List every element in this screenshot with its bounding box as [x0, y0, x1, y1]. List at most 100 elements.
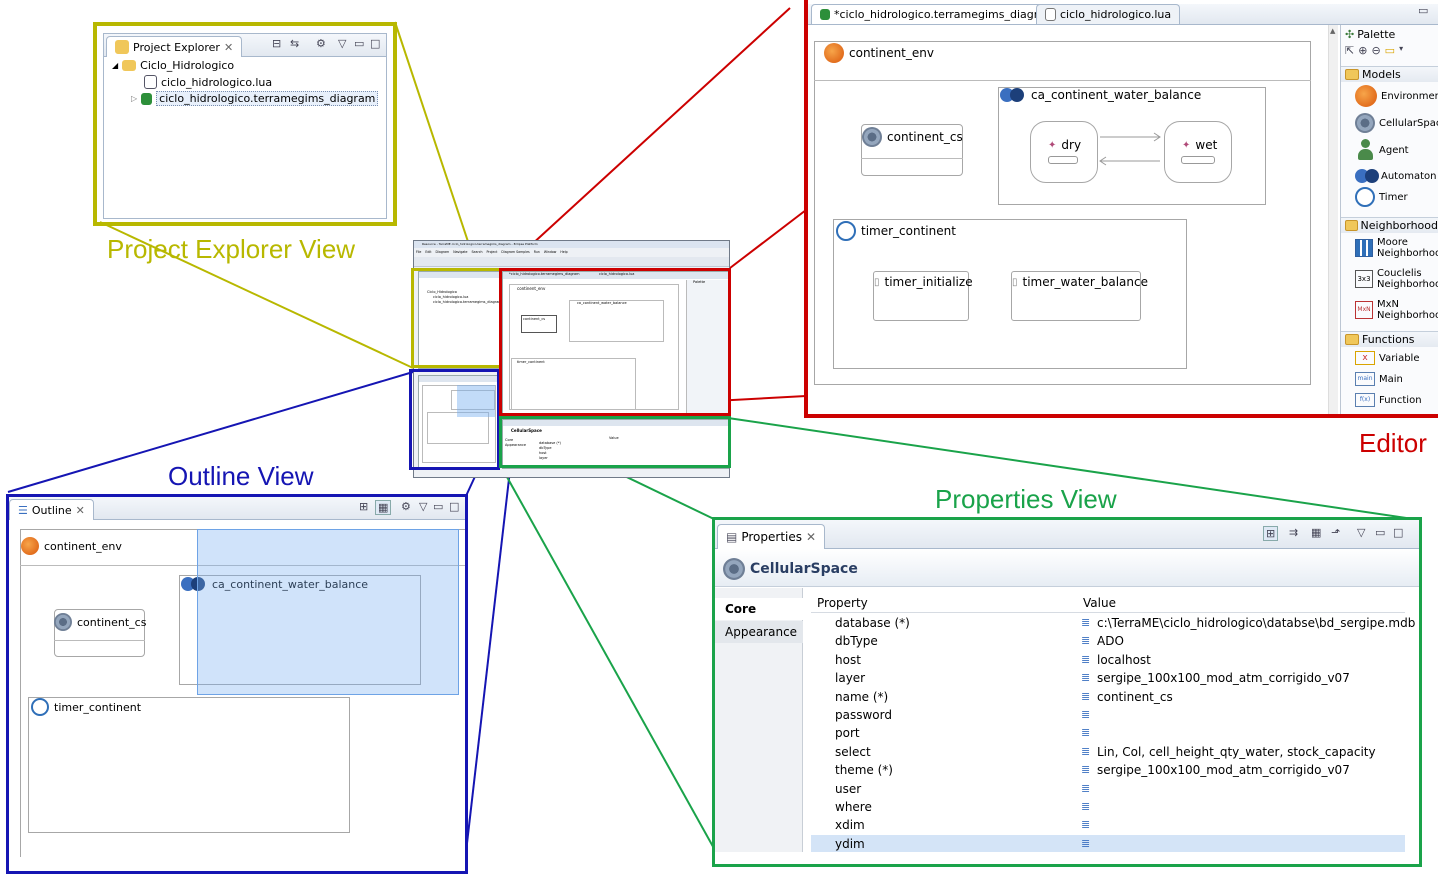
restore-default-icon[interactable]: ▦	[1311, 526, 1321, 539]
filter-icon[interactable]: ⚙	[316, 37, 326, 50]
close-icon[interactable]: ✕	[76, 504, 85, 517]
tree-item-lua-file[interactable]: ciclo_hidrologico.lua	[144, 75, 272, 89]
tab-project-explorer[interactable]: Project Explorer ✕	[106, 36, 243, 57]
mini-menu-diagram-samples[interactable]: Diagram Samples	[501, 250, 529, 254]
section-core[interactable]: Core	[715, 598, 804, 620]
maximize-icon[interactable]: □	[370, 37, 380, 50]
close-icon[interactable]: ✕	[224, 41, 233, 54]
close-icon[interactable]: ✕	[806, 530, 816, 544]
canvas-vertical-scrollbar[interactable]: ▲	[1328, 25, 1338, 414]
property-value[interactable]: continent_cs	[1097, 690, 1173, 704]
expanded-arrow-icon[interactable]: ◢	[112, 61, 118, 70]
property-row[interactable]: layer ≣ sergipe_100x100_mod_atm_corrigido_…	[811, 669, 1405, 687]
diagram-canvas[interactable]: continent_env ca_continent_water_balance…	[808, 25, 1328, 414]
mini-menu-project[interactable]: Project	[486, 250, 497, 254]
overview-icon[interactable]: ▦	[375, 500, 392, 515]
state-wet[interactable]	[1164, 121, 1232, 183]
palette-item-automaton[interactable]: Automaton	[1355, 169, 1436, 183]
maximize-icon[interactable]: □	[1393, 526, 1403, 539]
view-menu-icon[interactable]: ▽	[419, 500, 427, 513]
chevron-down-icon[interactable]: ▾	[1399, 44, 1403, 57]
property-key: theme (*)	[835, 763, 893, 778]
palette-item-timer[interactable]: Timer	[1355, 187, 1408, 207]
note-tool-icon[interactable]: ▭	[1385, 44, 1395, 57]
property-row[interactable]: ydim ≣	[811, 834, 1405, 852]
view-menu-icon[interactable]: ▽	[1357, 526, 1365, 539]
property-value-icon: ≣	[1081, 800, 1091, 813]
zoom-in-icon[interactable]: ⊕	[1358, 44, 1367, 57]
mini-menu-search[interactable]: Search	[472, 250, 483, 254]
property-value[interactable]: Lin, Col, cell_height_qty_water, stock_c…	[1097, 745, 1376, 759]
property-row[interactable]: password ≣	[811, 706, 1405, 724]
palette-item-moore[interactable]: Moore Neighborhood	[1355, 237, 1438, 259]
outline-tree-icon[interactable]: ⊞	[359, 500, 368, 513]
palette-item-agent[interactable]: Agent	[1355, 139, 1409, 161]
categories-icon[interactable]: ⊞	[1263, 526, 1279, 541]
mini-menu-diagram[interactable]: Diagram	[436, 250, 450, 254]
property-row[interactable]: theme (*) ≣ sergipe_100x100_mod_atm_corrig…	[811, 761, 1405, 779]
mini-menu-window[interactable]: Window	[544, 250, 557, 254]
column-header-property[interactable]: Property	[817, 596, 868, 610]
collapsed-arrow-icon[interactable]: ▷	[131, 94, 137, 103]
property-row[interactable]: port ≣	[811, 724, 1405, 742]
tree-item-diagram-file[interactable]: ▷ ciclo_hidrologico.terramegims_diagram	[131, 91, 379, 106]
property-value[interactable]: sergipe_100x100_mod_atm_corrigido_v07	[1097, 763, 1350, 777]
editor-tabbar: *ciclo_hidrologico.terramegims_diagram ✕…	[808, 4, 1438, 25]
mini-menu-file[interactable]: File	[416, 250, 421, 254]
palette-group-neighborhood[interactable]: Neighborhood	[1341, 217, 1438, 233]
minimize-icon[interactable]: ▭	[1418, 4, 1428, 17]
outline-viewport-overlay[interactable]	[197, 529, 459, 695]
function-icon: f(x)	[1355, 393, 1375, 407]
palette-group-functions[interactable]: Functions	[1341, 331, 1438, 347]
mini-menu-run[interactable]: Run	[534, 250, 540, 254]
view-menu-icon[interactable]: ▽	[338, 37, 346, 50]
collapse-all-icon[interactable]: ⊟	[272, 37, 281, 50]
property-row[interactable]: where ≣	[811, 798, 1405, 816]
minimize-icon[interactable]: ▭	[354, 37, 364, 50]
palette-item-environment[interactable]: Environment	[1355, 85, 1438, 107]
outline-timer-box[interactable]	[28, 697, 350, 833]
property-row[interactable]: xdim ≣	[811, 816, 1405, 834]
zoom-out-icon[interactable]: ⊖	[1371, 44, 1380, 57]
property-row[interactable]: select ≣ Lin, Col, cell_height_qty_water, …	[811, 743, 1405, 761]
tab-lua-editor[interactable]: ciclo_hidrologico.lua	[1036, 4, 1181, 24]
select-tool-icon[interactable]: ⇱	[1345, 44, 1354, 57]
mini-menu-edit[interactable]: Edit	[425, 250, 431, 254]
mini-menu-help[interactable]: Help	[560, 250, 567, 254]
palette-item-function[interactable]: f(x) Function	[1355, 393, 1422, 407]
link-editor-icon[interactable]: ⇆	[290, 37, 299, 50]
property-value[interactable]: localhost	[1097, 653, 1151, 667]
property-row[interactable]: name (*) ≣ continent_cs	[811, 688, 1405, 706]
tree-item-project[interactable]: ◢ Ciclo_Hidrologico	[112, 59, 234, 72]
filter-advanced-icon[interactable]: ⇉	[1289, 526, 1298, 539]
scroll-up-icon[interactable]: ▲	[1330, 27, 1335, 35]
palette-item-variable-label: Variable	[1379, 352, 1420, 364]
palette-item-main[interactable]: main Main	[1355, 372, 1403, 386]
palette-item-mxn[interactable]: MxN MxN Neighborhood	[1355, 299, 1438, 321]
property-value[interactable]: ADO	[1097, 634, 1124, 648]
palette-item-couclelis[interactable]: 3x3 Couclelis Neighborhood	[1355, 268, 1438, 290]
filter-icon[interactable]: ⚙	[401, 500, 411, 513]
column-header-value[interactable]: Value	[1083, 596, 1116, 610]
pin-icon[interactable]: ⬏	[1331, 526, 1340, 539]
tab-properties[interactable]: ▤ Properties ✕	[717, 524, 826, 549]
mini-menu-navigate[interactable]: Navigate	[453, 250, 467, 254]
tab-outline[interactable]: ☰ Outline ✕	[9, 499, 94, 520]
property-value[interactable]: c:\TerraME\ciclo_hidrologico\databse\bd_…	[1097, 616, 1415, 630]
minimize-icon[interactable]: ▭	[433, 500, 443, 513]
state-dry[interactable]	[1030, 121, 1098, 183]
palette-item-variable[interactable]: x Variable	[1355, 351, 1420, 365]
section-appearance[interactable]: Appearance	[715, 621, 803, 643]
property-row[interactable]: host ≣ localhost	[811, 651, 1405, 669]
property-value[interactable]: sergipe_100x100_mod_atm_corrigido_v07	[1097, 671, 1350, 685]
property-row[interactable]: dbType ≣ ADO	[811, 632, 1405, 650]
minimize-icon[interactable]: ▭	[1375, 526, 1385, 539]
automaton-icon	[1000, 88, 1026, 102]
event-icon: ▯	[874, 276, 880, 288]
mini-project-explorer-highlight	[411, 268, 502, 368]
property-row[interactable]: database (*) ≣ c:\TerraME\ciclo_hidrologic…	[811, 614, 1415, 632]
property-row[interactable]: user ≣	[811, 780, 1405, 798]
maximize-icon[interactable]: □	[449, 500, 459, 513]
palette-item-cellularspace[interactable]: CellularSpace	[1355, 113, 1438, 133]
palette-group-models[interactable]: Models	[1341, 66, 1438, 82]
